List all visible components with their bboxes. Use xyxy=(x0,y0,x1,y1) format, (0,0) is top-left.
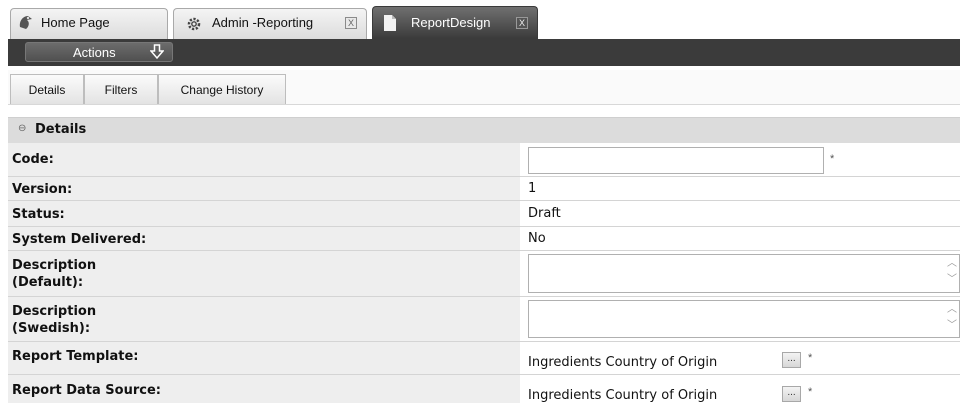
subtab-details[interactable]: Details xyxy=(10,74,84,104)
scroll-down-icon[interactable]: ﹀ xyxy=(947,275,957,285)
system-delivered-value: No xyxy=(528,231,546,246)
description-default-label-line2: (Default): xyxy=(12,275,84,290)
report-data-source-lookup-button[interactable]: ... xyxy=(782,386,801,402)
scroll-up-icon[interactable]: ︿ xyxy=(947,305,957,315)
report-template-value: Ingredients Country of Origin xyxy=(528,355,718,370)
description-swedish-textarea[interactable]: ︿ ﹀ xyxy=(528,300,960,338)
tab-report-design[interactable]: ReportDesign X xyxy=(372,6,538,39)
tab-admin-reporting-label: Admin -Reporting xyxy=(212,15,314,30)
status-value: Draft xyxy=(528,206,561,221)
report-template-label: Report Template: xyxy=(12,349,139,364)
description-swedish-row: Description (Swedish): ︿ ﹀ xyxy=(8,297,960,342)
system-delivered-row: System Delivered: No xyxy=(8,227,960,251)
system-delivered-label: System Delivered: xyxy=(12,232,147,247)
required-marker: * xyxy=(808,386,813,398)
close-tab-report-design-button[interactable]: X xyxy=(516,17,528,29)
scroll-down-icon[interactable]: ﹀ xyxy=(947,321,957,331)
version-row: Version: 1 xyxy=(8,177,960,201)
scroll-up-icon[interactable]: ︿ xyxy=(947,259,957,269)
tab-strip: Home Page Admin -Reporting X ReportDesig… xyxy=(0,0,960,39)
subtab-filters[interactable]: Filters xyxy=(84,74,158,104)
tab-report-design-label: ReportDesign xyxy=(411,15,491,30)
description-default-textarea[interactable]: ︿ ﹀ xyxy=(528,254,960,293)
collapse-icon[interactable]: ⊖ xyxy=(18,123,26,134)
actions-label: Actions xyxy=(73,45,116,60)
report-template-row: Report Template: Ingredients Country of … xyxy=(8,342,960,375)
version-label: Version: xyxy=(12,182,73,197)
status-label: Status: xyxy=(12,207,65,222)
home-icon xyxy=(18,13,34,34)
actions-bar: Actions xyxy=(8,39,960,66)
code-label: Code: xyxy=(12,152,54,167)
description-swedish-label-line1: Description xyxy=(12,304,97,319)
report-template-lookup-button[interactable]: ... xyxy=(782,352,801,368)
code-row: Code: * xyxy=(8,143,960,177)
subtab-change-history[interactable]: Change History xyxy=(158,74,286,104)
gear-icon xyxy=(186,16,202,35)
report-data-source-row: Report Data Source: Ingredients Country … xyxy=(8,375,960,403)
close-tab-admin-reporting-button[interactable]: X xyxy=(345,17,357,29)
version-value: 1 xyxy=(528,181,537,196)
details-section-header[interactable]: ⊖ Details xyxy=(8,117,960,143)
detail-subtabs: Details Filters Change History xyxy=(8,70,960,105)
report-data-source-label: Report Data Source: xyxy=(12,383,161,398)
download-arrow-icon xyxy=(149,44,165,63)
status-row: Status: Draft xyxy=(8,201,960,227)
description-default-row: Description (Default): ︿ ﹀ xyxy=(8,251,960,297)
tab-admin-reporting[interactable]: Admin -Reporting X xyxy=(173,8,367,39)
code-field[interactable] xyxy=(528,147,824,174)
tab-home-page[interactable]: Home Page xyxy=(10,8,168,39)
description-swedish-label-line2: (Swedish): xyxy=(12,321,91,336)
report-data-source-value: Ingredients Country of Origin xyxy=(528,388,718,403)
description-default-label-line1: Description xyxy=(12,258,97,273)
required-marker: * xyxy=(808,352,813,364)
document-icon xyxy=(383,14,397,35)
actions-button[interactable]: Actions xyxy=(25,42,173,62)
required-marker: * xyxy=(830,153,835,165)
section-title: Details xyxy=(35,122,87,137)
tab-home-page-label: Home Page xyxy=(41,15,110,30)
